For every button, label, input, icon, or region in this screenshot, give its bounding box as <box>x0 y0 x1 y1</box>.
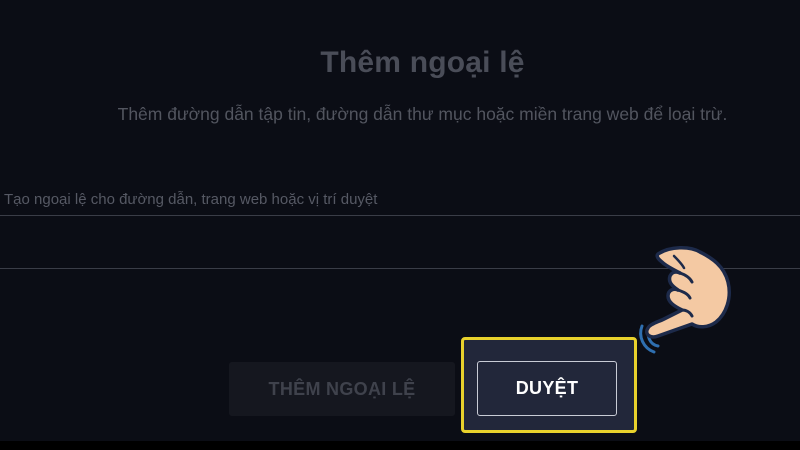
pointing-hand-icon <box>628 244 736 356</box>
exception-field-label: Tạo ngoại lệ cho đường dẫn, trang web ho… <box>4 191 378 208</box>
add-exception-dialog: Thêm ngoại lệ Thêm đường dẫn tập tin, đư… <box>0 0 800 450</box>
browse-button[interactable]: DUYỆT <box>477 361 617 416</box>
dialog-title: Thêm ngoại lệ <box>320 46 525 79</box>
dialog-subtitle: Thêm đường dẫn tập tin, đường dẫn thư mụ… <box>117 104 728 124</box>
add-exception-button[interactable]: THÊM NGOẠI LỆ <box>229 362 455 416</box>
bottom-edge <box>0 441 800 450</box>
